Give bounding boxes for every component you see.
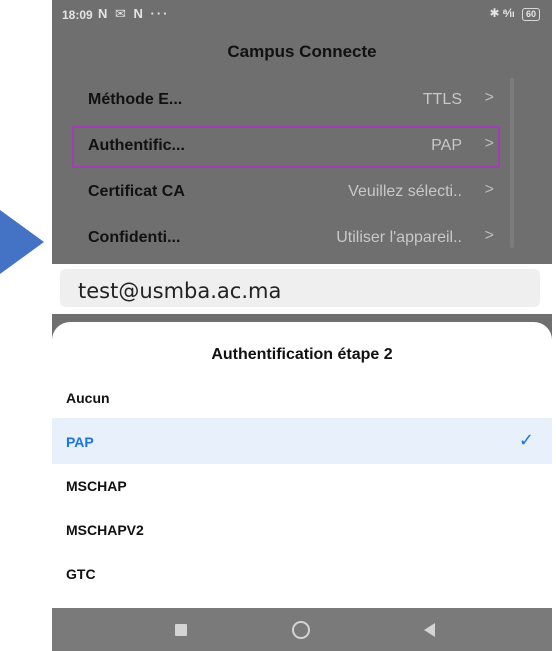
row-privacy[interactable]: Confidenti... Utiliser l'appareil.. > [88,216,508,260]
pointer-arrow-icon [0,210,44,274]
row-ca-certificate[interactable]: Certificat CA Veuillez sélecti.. > [88,170,508,214]
signal-icon: ✱ ᵃ⁄ₗₗ [489,6,515,20]
option-label: Aucun [66,390,110,406]
row-eap-method[interactable]: Méthode E... TTLS > [88,78,508,122]
option-label: GTC [66,566,96,582]
option-gtc[interactable]: GTC [52,550,552,596]
option-aucun[interactable]: Aucun [52,374,552,420]
scrollbar[interactable] [510,78,514,248]
status-bar: 18:09 N ✉ N ··· ✱ ᵃ⁄ₗₗ 60 [52,0,552,30]
highlight-annotation-box [72,126,500,168]
home-button[interactable] [292,621,310,639]
chevron-right-icon: > [484,227,494,244]
row-label: Méthode E... [88,91,183,108]
option-mschap[interactable]: MSCHAP [52,462,552,508]
battery-icon: 60 [521,8,540,21]
status-time: 18:09 [62,8,93,22]
option-label: MSCHAP [66,478,127,494]
identity-value: test@usmba.ac.ma [78,279,282,303]
row-value: Veuillez sélecti.. [348,183,462,200]
option-pap[interactable]: PAP ✓ [52,418,552,464]
chevron-right-icon: > [484,89,494,106]
option-mschapv2[interactable]: MSCHAPV2 [52,506,552,552]
option-label: PAP [66,434,94,450]
row-value: Utiliser l'appareil.. [336,229,462,246]
sheet-title: Authentification étape 2 [211,346,393,363]
left-margin [0,0,52,651]
chevron-right-icon: > [484,181,494,198]
row-label: Confidenti... [88,229,181,246]
phase2-auth-bottom-sheet: Authentification étape 2 Aucun PAP ✓ MSC… [52,322,552,608]
recents-button[interactable] [175,624,187,636]
row-value: TTLS [422,91,462,108]
back-button[interactable] [424,623,435,637]
system-status-icons: ✱ ᵃ⁄ₗₗ 60 [489,6,540,21]
option-label: MSCHAPV2 [66,522,144,538]
row-label: Certificat CA [88,183,185,200]
page-title: Campus Connecte [227,42,377,61]
identity-field-overlay: test@usmba.ac.ma [52,264,552,314]
check-icon: ✓ [518,430,534,450]
identity-field[interactable]: test@usmba.ac.ma [60,269,540,307]
navigation-bar [52,608,552,651]
notification-icons: N ✉ N ··· [98,6,170,21]
